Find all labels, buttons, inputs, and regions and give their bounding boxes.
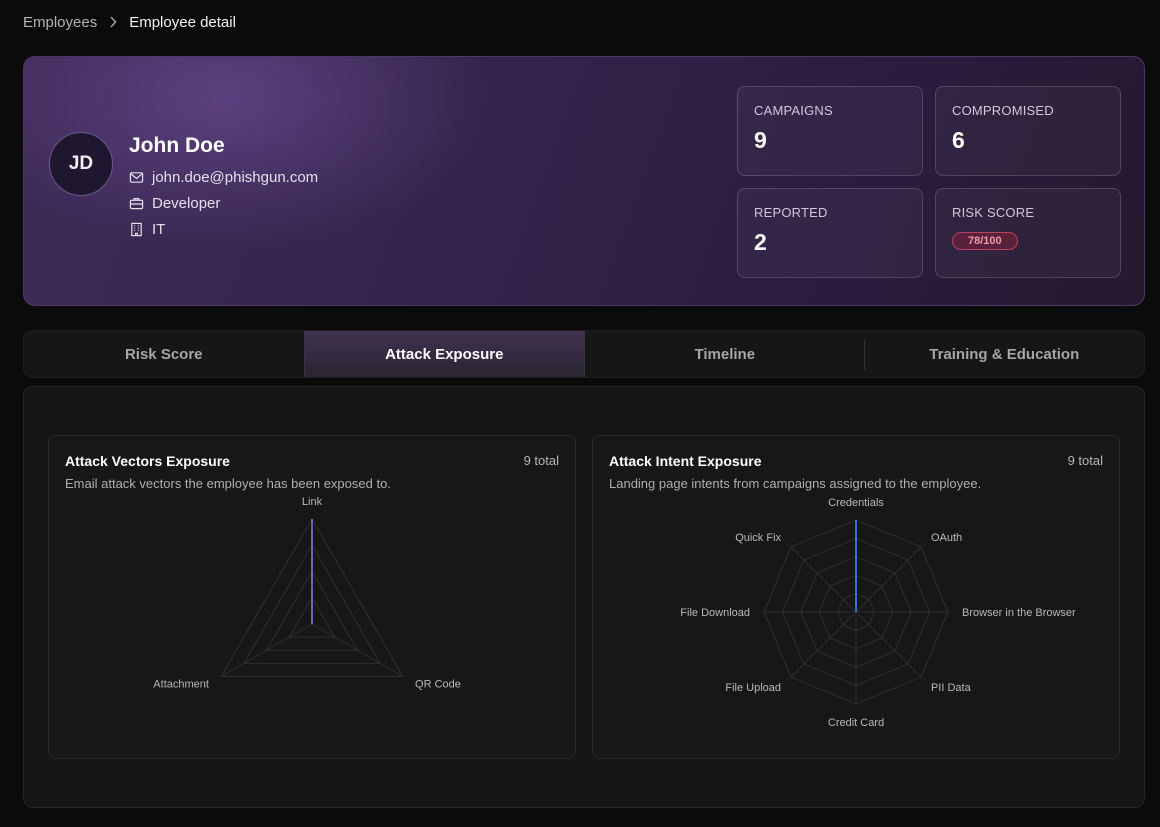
email-row: john.doe@phishgun.com <box>129 164 318 190</box>
stat-campaigns-value: 9 <box>754 127 767 153</box>
briefcase-icon <box>129 197 144 209</box>
stat-campaigns: CAMPAIGNS 9 <box>737 86 923 176</box>
radar-axis-label: File Upload <box>725 682 781 694</box>
employee-name: John Doe <box>129 134 225 157</box>
stat-risk-score: RISK SCORE 78/100 <box>935 188 1121 278</box>
tab-attack-exposure[interactable]: Attack Exposure <box>303 331 585 377</box>
mail-icon <box>129 171 144 183</box>
attack-intent-radar-chart: Credentials OAuth Browser in the Browser PI… <box>680 497 1076 729</box>
stat-reported-value: 2 <box>754 229 767 255</box>
tab-timeline-label: Timeline <box>694 345 756 363</box>
radar-axis-label: QR Code <box>415 679 461 691</box>
stat-compromised-value: 6 <box>952 127 965 153</box>
radar-axis-label: Browser in the Browser <box>962 607 1076 619</box>
radar-axis-label: Credentials <box>828 497 884 509</box>
radar-axis-label: PII Data <box>931 682 972 694</box>
stat-reported-label: REPORTED <box>754 205 828 220</box>
radar-axis-label: Link <box>302 496 323 508</box>
radar-axis-label: OAuth <box>931 532 962 544</box>
radar-axis-label: File Download <box>680 607 750 619</box>
breadcrumb: Employees Employee detail <box>23 12 236 32</box>
radar-axis-label: Credit Card <box>828 717 884 729</box>
employee-role: Developer <box>152 194 221 212</box>
breadcrumb-employees-link[interactable]: Employees <box>23 14 97 31</box>
tab-training-education[interactable]: Training & Education <box>865 331 1145 377</box>
avatar: JD <box>49 132 113 196</box>
radar-axis-label: Quick Fix <box>735 532 781 544</box>
stat-compromised-label: COMPROMISED <box>952 103 1054 118</box>
tab-risk-score[interactable]: Risk Score <box>24 331 304 377</box>
attack-vectors-card: Attack Vectors Exposure 9 total Email at… <box>48 435 576 759</box>
chevron-right-icon <box>109 16 117 28</box>
stat-risk-label: RISK SCORE <box>952 205 1035 220</box>
attack-exposure-panel: Attack Vectors Exposure 9 total Email at… <box>23 386 1145 808</box>
attack-intent-card: Attack Intent Exposure 9 total Landing p… <box>592 435 1120 759</box>
employee-department: IT <box>152 220 166 238</box>
attack-vectors-radar-chart: Link QR Code Attachment <box>153 496 461 691</box>
breadcrumb-current: Employee detail <box>129 13 236 31</box>
employee-email: john.doe@phishgun.com <box>152 168 319 186</box>
stat-compromised: COMPROMISED 6 <box>935 86 1121 176</box>
employee-profile-card: JD John Doe john.doe@phishgun.com Develo… <box>23 56 1145 306</box>
building-icon <box>131 222 142 236</box>
tab-timeline[interactable]: Timeline <box>585 331 865 377</box>
tab-bar: Risk Score Attack Exposure Timeline Trai… <box>23 330 1145 378</box>
profile-info: John Doe john.doe@phishgun.com Developer… <box>129 134 318 242</box>
risk-score-badge: 78/100 <box>952 232 1018 250</box>
stat-reported: REPORTED 2 <box>737 188 923 278</box>
department-row: IT <box>129 216 318 242</box>
role-row: Developer <box>129 190 318 216</box>
radar-axis-label: Attachment <box>153 679 209 691</box>
stat-campaigns-label: CAMPAIGNS <box>754 103 833 118</box>
